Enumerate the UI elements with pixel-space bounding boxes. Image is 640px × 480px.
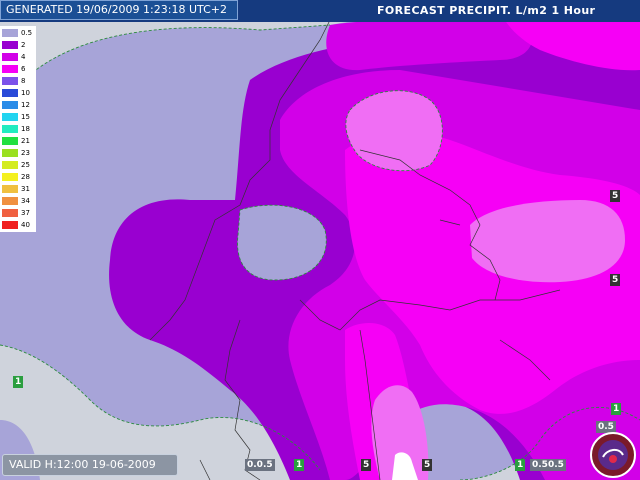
legend-value: 6	[21, 65, 26, 73]
forecast-map-view: GENERATED 19/06/2009 1:23:18 UTC+2 FOREC…	[0, 0, 640, 480]
legend-swatch	[2, 29, 18, 37]
legend-row: 10	[0, 88, 36, 98]
legend-value: 31	[21, 185, 30, 193]
legend-value: 37	[21, 209, 30, 217]
legend-swatch	[2, 161, 18, 169]
legend-value: 28	[21, 173, 30, 181]
legend-swatch	[2, 197, 18, 205]
legend-value: 18	[21, 125, 30, 133]
legend-row: 40	[0, 220, 36, 230]
legend-swatch	[2, 173, 18, 181]
legend-row: 37	[0, 208, 36, 218]
isoline-label: 1	[13, 376, 24, 388]
isoline-label: 5	[610, 190, 621, 202]
legend-value: 10	[21, 89, 30, 97]
isoline-label: 1	[515, 459, 526, 471]
precipitation-legend: 0.5 2 4 6 8 10 12 15 18 21 23 25 28 31 34 37 40	[0, 26, 36, 232]
legend-row: 8	[0, 76, 36, 86]
isoline-label: 5	[610, 274, 621, 286]
generated-timestamp: GENERATED 19/06/2009 1:23:18 UTC+2	[6, 3, 227, 16]
legend-swatch	[2, 113, 18, 121]
map-title: FORECAST PRECIPIT. L/m2 1 Hour	[377, 4, 596, 17]
legend-row: 21	[0, 136, 36, 146]
legend-swatch	[2, 41, 18, 49]
isoline-label: 5	[361, 459, 372, 471]
legend-swatch	[2, 101, 18, 109]
legend-swatch	[2, 221, 18, 229]
legend-value: 34	[21, 197, 30, 205]
agency-logo-icon	[590, 432, 636, 478]
legend-value: 2	[21, 41, 26, 49]
legend-row: 25	[0, 160, 36, 170]
legend-value: 40	[21, 221, 30, 229]
isoline-label: 0.0.5	[245, 459, 275, 471]
legend-row: 28	[0, 172, 36, 182]
legend-row: 4	[0, 52, 36, 62]
legend-row: 6	[0, 64, 36, 74]
legend-row: 23	[0, 148, 36, 158]
legend-swatch	[2, 65, 18, 73]
precip-area-4-right-pocket	[470, 200, 625, 283]
isoline-label: 1	[294, 459, 305, 471]
legend-row: 15	[0, 112, 36, 122]
legend-value: 25	[21, 161, 30, 169]
isoline-label: 1	[611, 403, 622, 415]
legend-swatch	[2, 125, 18, 133]
legend-row: 2	[0, 40, 36, 50]
legend-value: 12	[21, 101, 30, 109]
legend-swatch	[2, 185, 18, 193]
valid-time-label: VALID H:12:00 19-06-2009	[9, 458, 156, 471]
legend-row: 31	[0, 184, 36, 194]
isoline-label: 5	[422, 459, 433, 471]
generated-box: GENERATED 19/06/2009 1:23:18 UTC+2	[0, 0, 238, 20]
legend-swatch	[2, 77, 18, 85]
legend-value: 21	[21, 137, 30, 145]
legend-swatch	[2, 53, 18, 61]
legend-row: 0.5	[0, 28, 36, 38]
legend-row: 18	[0, 124, 36, 134]
legend-swatch	[2, 89, 18, 97]
legend-swatch	[2, 149, 18, 157]
legend-value: 4	[21, 53, 26, 61]
legend-swatch	[2, 209, 18, 217]
legend-row: 34	[0, 196, 36, 206]
legend-value: 23	[21, 149, 30, 157]
isoline-label: 0.50.5	[530, 459, 566, 471]
legend-value: 0.5	[21, 29, 33, 37]
legend-row: 12	[0, 100, 36, 110]
valid-time-box: VALID H:12:00 19-06-2009	[2, 454, 178, 476]
legend-value: 15	[21, 113, 30, 121]
legend-swatch	[2, 137, 18, 145]
precipitation-map	[0, 0, 640, 480]
legend-value: 8	[21, 77, 26, 85]
